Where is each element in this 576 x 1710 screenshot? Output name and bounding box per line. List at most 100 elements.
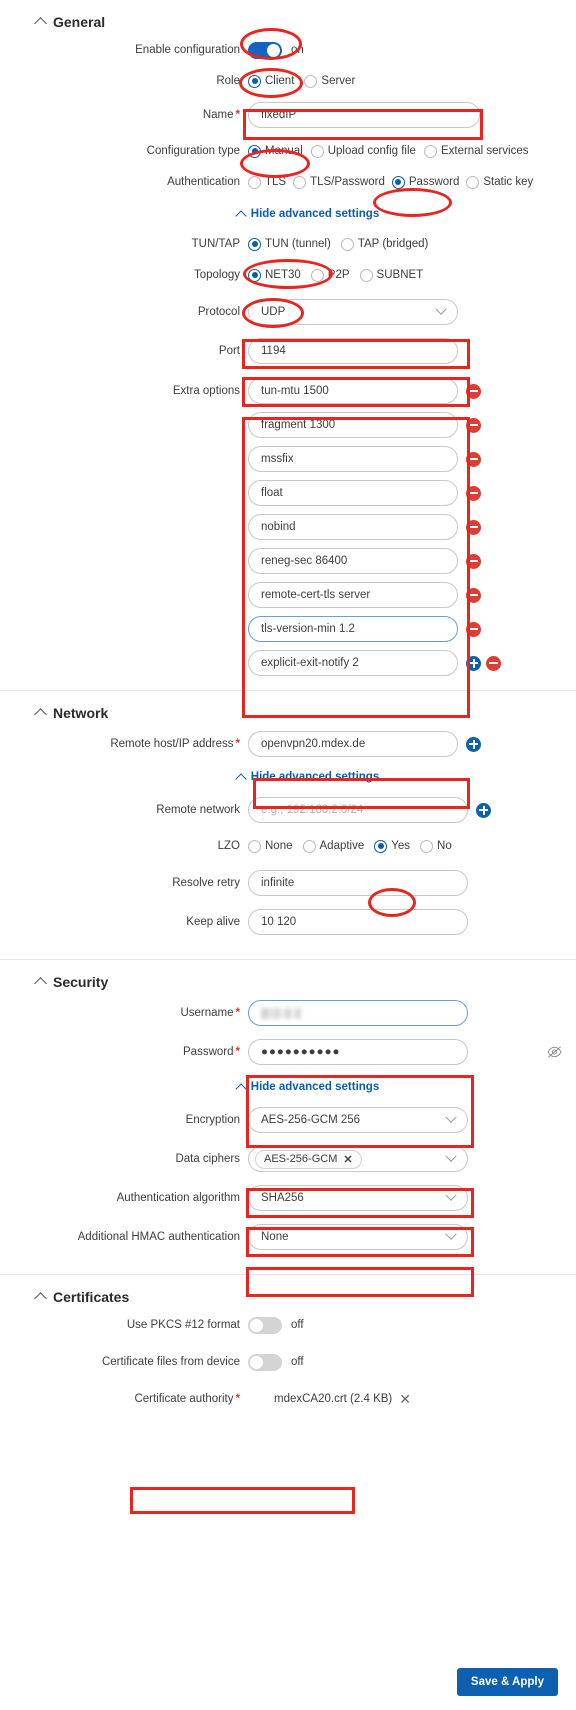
radio-auth-password[interactable]: Password	[391, 175, 459, 189]
add-extra-option-button[interactable]	[466, 655, 481, 671]
radio-config-manual[interactable]: Manual	[248, 144, 303, 158]
remove-extra-option-button[interactable]	[466, 621, 481, 637]
hmac-row: Additional HMAC authentication None	[0, 1224, 576, 1250]
radio-tuntap-tun[interactable]: TUN (tunnel)	[248, 237, 331, 251]
remove-extra-option-button[interactable]	[466, 553, 481, 569]
radio-lzo-adaptive[interactable]: Adaptive	[302, 839, 364, 853]
radio-label: TLS/Password	[310, 176, 385, 188]
extra-option-input[interactable]: fragment 1300	[248, 412, 458, 438]
remote-host-input[interactable]: openvpn20.mdex.de	[248, 731, 458, 757]
remote-network-label: Remote network	[156, 804, 240, 816]
chevron-down-icon	[445, 1228, 457, 1240]
data-cipher-chip[interactable]: AES-256-GCM ✕	[255, 1149, 362, 1169]
hmac-select[interactable]: None	[248, 1224, 468, 1250]
name-input[interactable]: fixedIP	[248, 102, 480, 128]
lzo-row: LZO None Adaptive Yes No	[0, 836, 576, 856]
radio-dot-icon	[248, 74, 261, 88]
remove-extra-option-button[interactable]	[466, 383, 481, 399]
remove-extra-option-button[interactable]	[466, 485, 481, 501]
authentication-algorithm-select[interactable]: SHA256	[248, 1185, 468, 1211]
remove-certificate-icon[interactable]: ✕	[399, 1392, 411, 1406]
encryption-row: Encryption AES-256-GCM 256	[0, 1107, 576, 1133]
username-input[interactable]	[248, 1000, 468, 1026]
port-input[interactable]: 1194	[248, 338, 458, 364]
section-network: Network Remote host/IP address * openvpn2…	[0, 691, 576, 935]
certificates-section-header[interactable]: Certificates	[0, 1275, 576, 1315]
remote-network-input[interactable]: e.g., 192.168.2.0/24	[248, 797, 468, 823]
radio-dot-icon	[423, 144, 437, 158]
certificate-authority-label: Certificate authority *	[134, 1393, 240, 1405]
general-hide-advanced-settings-link[interactable]: Hide advanced settings	[0, 208, 576, 222]
radio-label: Server	[321, 75, 356, 87]
data-ciphers-select[interactable]: AES-256-GCM ✕	[248, 1146, 468, 1172]
network-hide-advanced-settings-link[interactable]: Hide advanced settings	[0, 771, 576, 785]
radio-lzo-none[interactable]: None	[248, 839, 293, 853]
add-remote-network-button[interactable]	[476, 802, 491, 818]
enable-configuration-toggle[interactable]	[248, 41, 282, 59]
radio-auth-static-key[interactable]: Static key	[466, 175, 533, 189]
radio-dot-icon	[302, 839, 316, 853]
required-asterisk: *	[235, 109, 240, 121]
add-remote-host-button[interactable]	[466, 736, 481, 752]
radio-config-upload[interactable]: Upload config file	[310, 144, 416, 158]
certificate-authority-row: Certificate authority * mdexCA20.crt (2.4…	[0, 1389, 576, 1409]
resolve-retry-input[interactable]: infinite	[248, 870, 468, 896]
radio-lzo-no[interactable]: No	[420, 839, 452, 853]
remove-extra-option-button[interactable]	[486, 655, 501, 671]
radio-topology-subnet[interactable]: SUBNET	[359, 268, 423, 282]
extra-option-input[interactable]: explicit-exit-notify 2	[248, 650, 458, 676]
remove-chip-icon[interactable]: ✕	[343, 1153, 352, 1166]
advanced-link-label: Hide advanced settings	[250, 771, 380, 783]
chevron-up-icon	[235, 772, 247, 785]
extra-options-row: Extra options tun-mtu 1500 fragment 1300 m…	[0, 378, 576, 676]
security-section-header[interactable]: Security	[0, 960, 576, 1000]
radio-config-external[interactable]: External services	[423, 144, 529, 158]
pkcs12-toggle[interactable]	[248, 1316, 282, 1334]
network-section-header[interactable]: Network	[0, 691, 576, 731]
chevron-up-icon	[235, 1082, 247, 1095]
radio-lzo-yes[interactable]: Yes	[374, 839, 410, 853]
extra-option-row: tun-mtu 1500	[248, 378, 501, 404]
encryption-select[interactable]: AES-256-GCM 256	[248, 1107, 468, 1133]
toggle-password-visibility-icon[interactable]	[547, 1046, 562, 1058]
security-hide-advanced-settings-link[interactable]: Hide advanced settings	[0, 1081, 576, 1095]
extra-option-input[interactable]: float	[248, 480, 458, 506]
radio-topology-net30[interactable]: NET30	[248, 268, 301, 282]
keep-alive-input[interactable]: 10 120	[248, 909, 468, 935]
extra-option-input[interactable]: nobind	[248, 514, 458, 540]
chevron-up-icon	[34, 17, 47, 30]
radio-dot-icon	[248, 237, 261, 251]
required-asterisk: *	[235, 1393, 240, 1405]
radio-auth-tls-password[interactable]: TLS/Password	[293, 175, 385, 189]
extra-option-input[interactable]: tls-version-min 1.2	[248, 616, 458, 642]
radio-role-server[interactable]: Server	[304, 74, 356, 88]
extra-option-input[interactable]: remote-cert-tls server	[248, 582, 458, 608]
remove-extra-option-button[interactable]	[466, 519, 481, 535]
protocol-select[interactable]: UDP	[248, 299, 458, 325]
remove-extra-option-button[interactable]	[466, 587, 481, 603]
cert-files-from-device-toggle[interactable]	[248, 1353, 282, 1371]
extra-option-input[interactable]: tun-mtu 1500	[248, 378, 458, 404]
extra-option-input[interactable]: mssfix	[248, 446, 458, 472]
save-and-apply-button[interactable]: Save & Apply	[456, 1668, 558, 1696]
radio-label: NET30	[265, 269, 301, 281]
remote-network-row: Remote network e.g., 192.168.2.0/24	[0, 797, 576, 823]
radio-dot-icon	[310, 268, 324, 282]
radio-role-client[interactable]: Client	[248, 74, 294, 88]
radio-tuntap-tap[interactable]: TAP (bridged)	[340, 237, 428, 251]
chevron-down-icon	[445, 1189, 457, 1201]
required-asterisk: *	[235, 738, 240, 750]
remote-host-row: Remote host/IP address * openvpn20.mdex.d…	[0, 731, 576, 757]
remove-extra-option-button[interactable]	[466, 417, 481, 433]
radio-topology-p2p[interactable]: P2P	[310, 268, 350, 282]
general-section-header[interactable]: General	[0, 0, 576, 40]
password-label: Password *	[183, 1046, 240, 1058]
extra-option-input[interactable]: reneg-sec 86400	[248, 548, 458, 574]
resolve-retry-label: Resolve retry	[172, 877, 240, 889]
radio-auth-tls[interactable]: TLS	[248, 175, 286, 189]
radio-dot-icon	[248, 175, 261, 189]
annotation-rect-certificate-authority	[130, 1487, 355, 1514]
username-row: Username *	[0, 1000, 576, 1026]
remove-extra-option-button[interactable]	[466, 451, 481, 467]
password-input[interactable]: ●●●●●●●●●●	[248, 1039, 468, 1065]
